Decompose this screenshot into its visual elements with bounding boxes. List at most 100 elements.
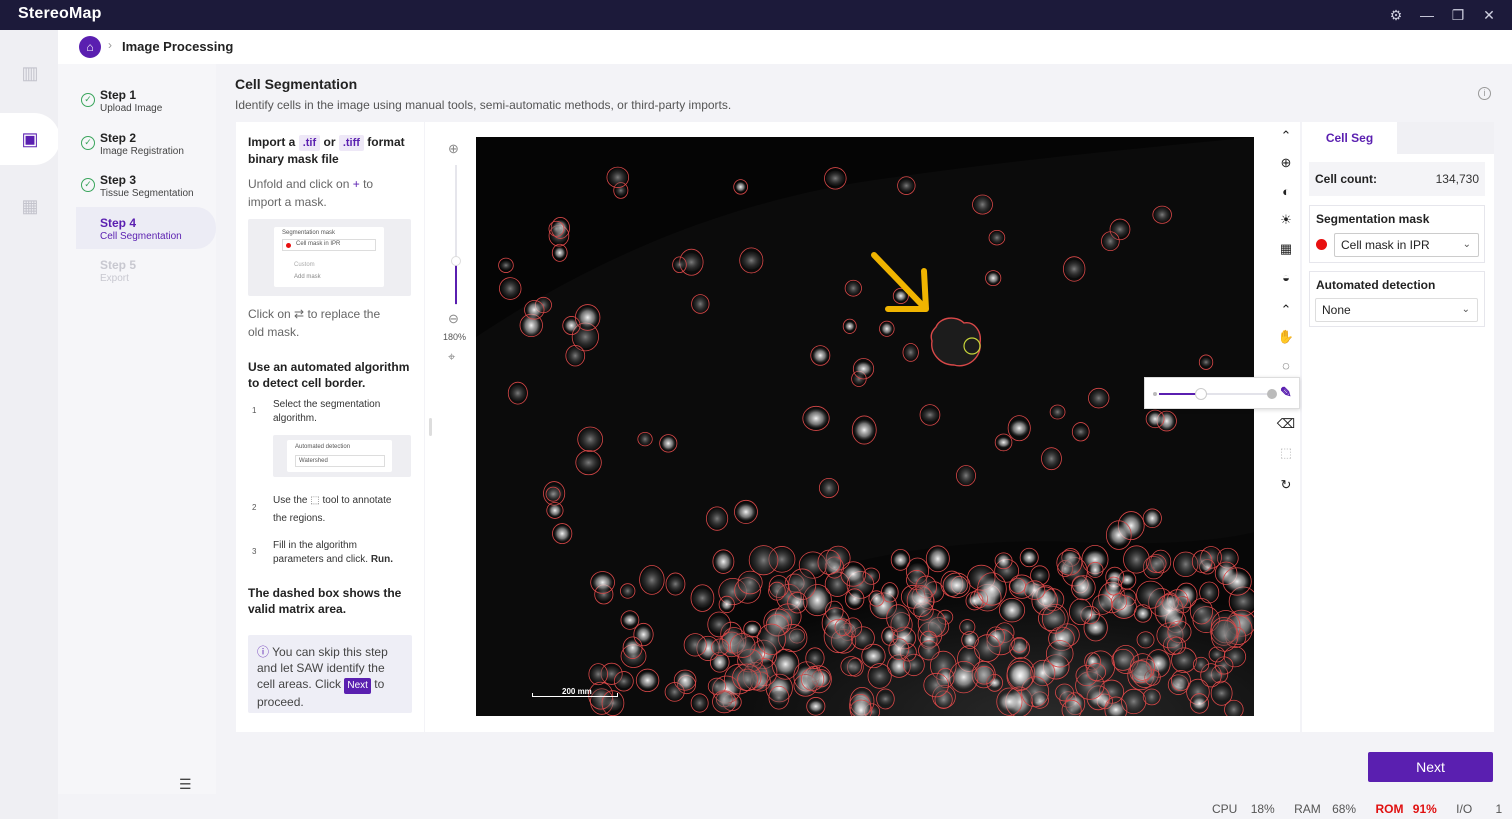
next-button[interactable]: Next <box>1368 752 1493 782</box>
select-region-icon[interactable]: ⬚ <box>1276 443 1296 463</box>
cell <box>739 247 764 274</box>
cell <box>802 405 830 431</box>
cell <box>998 597 1026 623</box>
cell <box>1166 636 1187 655</box>
cell <box>1045 640 1074 668</box>
splitter-handle[interactable] <box>429 418 432 436</box>
info-icon[interactable]: i <box>1478 87 1491 100</box>
cell <box>551 243 568 262</box>
cell <box>961 631 979 649</box>
cell <box>985 270 1002 287</box>
step-item-4[interactable]: Step 4 Cell Segmentation <box>76 207 216 249</box>
lasso-icon[interactable]: ◌ <box>1276 356 1296 376</box>
cell <box>588 663 609 686</box>
cell <box>1146 554 1167 573</box>
cell-overlay <box>476 137 1254 716</box>
home-icon[interactable]: ⌂ <box>79 36 101 58</box>
cell <box>902 343 919 362</box>
cell <box>1086 663 1107 682</box>
step-item-2[interactable]: ✓ Step 2 Image Registration <box>58 122 216 164</box>
tissue-image[interactable]: 200 mm <box>476 137 1254 716</box>
cell <box>994 552 1013 570</box>
zoom-handle[interactable] <box>451 256 461 266</box>
step-title: Step 1 <box>100 88 137 102</box>
apps-grid-icon[interactable]: ▦ <box>12 188 48 224</box>
minimize-icon[interactable]: — <box>1416 5 1438 25</box>
zoom-in-icon[interactable]: ⊕ <box>448 141 459 157</box>
cell <box>788 568 817 600</box>
cell <box>972 194 993 215</box>
cpu-value: 18% <box>1250 802 1275 816</box>
cell <box>691 294 710 314</box>
pan-hand-icon[interactable]: ✋ <box>1276 327 1296 347</box>
guide-import-text: Import a .tif or .tiff format binary mask… <box>248 135 405 166</box>
step-item-3[interactable]: ✓ Step 3 Tissue Segmentation <box>58 164 216 206</box>
replace-icon: ⇄ <box>294 307 305 321</box>
cell <box>1069 598 1093 626</box>
mask-color-dot[interactable] <box>1316 239 1327 250</box>
cell <box>673 669 697 691</box>
cell <box>851 415 877 445</box>
collapse-up-icon[interactable]: ⌃ <box>1276 126 1296 146</box>
brightness-icon[interactable]: ☀ <box>1276 210 1296 230</box>
settings-icon[interactable]: ⚙ <box>1385 5 1407 25</box>
grid-icon[interactable]: ▦ <box>1276 239 1296 259</box>
cell <box>768 581 786 601</box>
tiff-tag: .tiff <box>338 135 364 151</box>
cell <box>712 690 737 714</box>
cell <box>1110 593 1128 611</box>
recenter-icon[interactable]: ⌖ <box>448 349 455 365</box>
step-item-1[interactable]: ✓ Step 1 Upload Image <box>58 79 216 121</box>
cell <box>665 572 686 596</box>
cell <box>868 590 885 607</box>
mask-select-value: Cell mask in IPR <box>1341 238 1430 252</box>
tab-cell-seg[interactable]: Cell Seg <box>1302 122 1397 154</box>
cell <box>840 656 863 677</box>
cell <box>806 697 826 716</box>
cell <box>1105 520 1132 550</box>
mask-thumbnail: Segmentation mask Cell mask in IPR Custo… <box>248 219 411 296</box>
cell <box>1086 561 1104 578</box>
cell <box>1101 231 1120 252</box>
cell <box>787 591 808 614</box>
thumb-add: Add mask <box>294 274 321 280</box>
brush-size-handle[interactable] <box>1194 388 1207 400</box>
map-icon[interactable]: ▥ <box>12 55 48 91</box>
thumb-label: Automated detection <box>295 444 351 450</box>
guide-panel: Import a .tif or .tiff format binary mask… <box>236 122 424 732</box>
step-title: Step 4 <box>100 216 137 230</box>
cpu-label: CPU <box>1212 802 1238 816</box>
restore-icon[interactable]: ❐ <box>1447 5 1469 25</box>
fill-icon[interactable]: ◒ <box>1276 268 1296 288</box>
cell <box>1019 547 1039 568</box>
target-icon[interactable]: ⊕ <box>1276 153 1296 173</box>
automated-detection-box: Automated detection None ⌄ <box>1309 271 1485 327</box>
check-icon: ✓ <box>81 136 95 150</box>
io-value: 1 <box>1495 802 1503 816</box>
cell <box>683 633 707 657</box>
collapse-menu-icon[interactable]: ☰ <box>179 776 192 793</box>
guide-algo-heading: Use an automated algorithm to detect cell… <box>248 360 410 390</box>
cell <box>824 167 847 190</box>
reset-icon[interactable]: ↻ <box>1276 475 1296 495</box>
contrast-icon[interactable]: ◐ <box>1276 182 1296 202</box>
cell <box>1071 575 1096 601</box>
scale-bar-label: 200 mm <box>562 687 592 696</box>
eraser-icon[interactable]: ⌫ <box>1276 414 1296 434</box>
tif-tag: .tif <box>298 135 321 151</box>
auto-select[interactable]: None ⌄ <box>1315 298 1478 322</box>
cell <box>1061 699 1082 716</box>
collapse-up-icon-2[interactable]: ⌃ <box>1276 300 1296 320</box>
title-bar: StereoMap ⚙ — ❐ ✕ <box>0 0 1512 30</box>
io-label: I/O <box>1456 802 1473 816</box>
mask-select[interactable]: Cell mask in IPR ⌄ <box>1334 233 1479 257</box>
close-icon[interactable]: ✕ <box>1478 5 1500 25</box>
cell <box>577 426 604 452</box>
step-num: 3 <box>252 547 257 556</box>
zoom-out-icon[interactable]: ⊖ <box>448 311 459 327</box>
image-processing-icon[interactable]: ▣ <box>12 121 48 157</box>
cell <box>1192 656 1210 673</box>
cell <box>1208 646 1226 663</box>
brush-icon[interactable]: ✎ <box>1280 384 1292 401</box>
algo-thumbnail: Automated detection Watershed <box>273 435 411 477</box>
